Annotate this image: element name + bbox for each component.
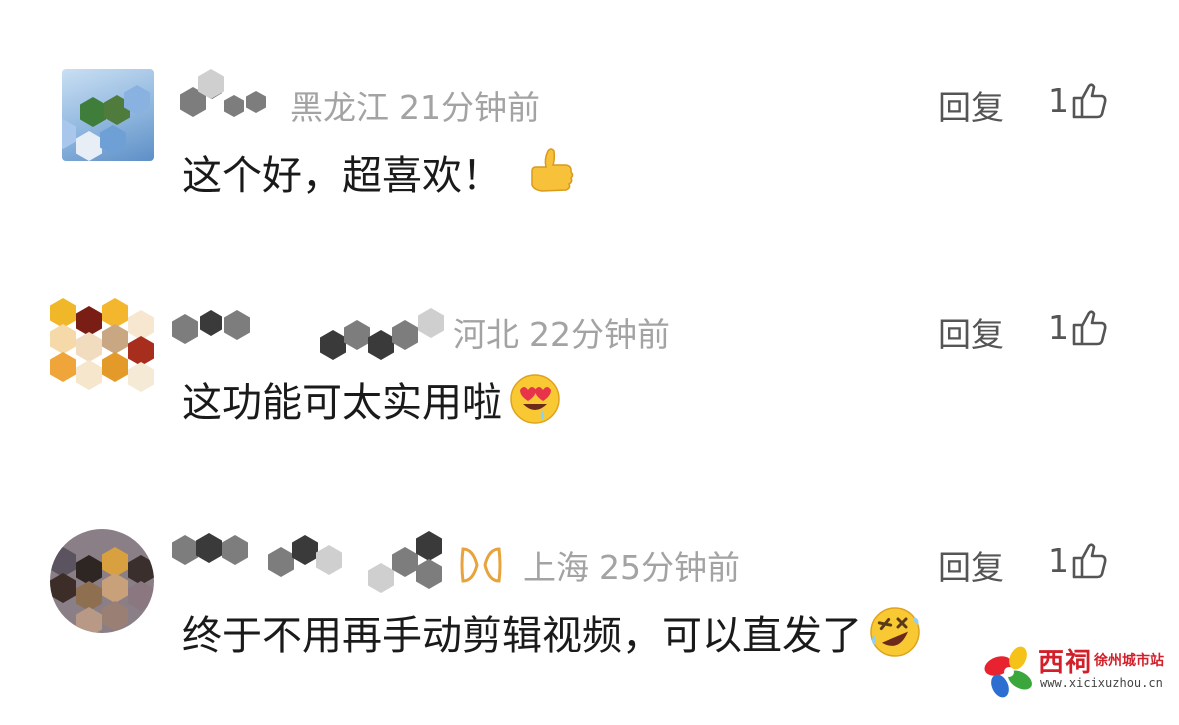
username-blurred[interactable]	[172, 529, 452, 593]
comment-item: 河北 22分钟前 回复 1 这功能可太实用啦	[0, 292, 1179, 492]
thumbs-up-icon	[1072, 542, 1107, 578]
comment-text: 终于不用再手动剪辑视频，可以直发了	[182, 613, 862, 659]
like-count: 1	[1048, 81, 1069, 120]
comment-text: 这个好，超喜欢！	[182, 153, 502, 199]
avatar[interactable]	[50, 296, 154, 396]
location: 黑龙江	[290, 88, 389, 127]
timestamp: 21分钟前	[399, 88, 540, 127]
comment-text-row: 这功能可太实用啦	[182, 370, 562, 428]
like-button[interactable]: 1	[1048, 81, 1107, 120]
comment-meta: 上海 25分钟前	[523, 541, 740, 589]
timestamp: 22分钟前	[529, 315, 670, 354]
comment-meta: 河北 22分钟前	[453, 308, 670, 356]
avatar[interactable]	[50, 529, 154, 633]
like-count: 1	[1048, 541, 1069, 580]
heart-eyes-drool-emoji	[510, 374, 560, 424]
rolling-laughing-emoji	[870, 607, 920, 657]
watermark-city: 徐州城市站	[1094, 653, 1164, 669]
comment-item: 黑龙江 21分钟前 回复 1 这个好，超喜欢！	[0, 65, 1179, 265]
avatar[interactable]	[62, 69, 154, 161]
thumbs-up-emoji	[531, 148, 574, 192]
comment-text-row: 这个好，超喜欢！	[182, 143, 578, 201]
comment-meta: 黑龙江 21分钟前	[290, 81, 540, 129]
username-blurred[interactable]	[172, 296, 452, 360]
like-count: 1	[1048, 308, 1069, 347]
location: 河北	[453, 315, 519, 354]
thumbs-up-icon	[1072, 309, 1107, 345]
watermark-brand: 西祠	[1038, 648, 1093, 678]
username-blurred[interactable]	[172, 69, 272, 129]
like-button[interactable]: 1	[1048, 308, 1107, 347]
location: 上海	[523, 548, 589, 587]
watermark-url: www.xicixuzhou.cn	[1040, 676, 1163, 690]
reply-button[interactable]: 回复	[938, 541, 1004, 589]
reply-button[interactable]: 回复	[938, 81, 1004, 129]
pinwheel-logo-icon	[984, 646, 1032, 698]
comment-text: 这功能可太实用啦	[182, 380, 502, 426]
vip-badge-icon	[460, 547, 502, 583]
thumbs-up-icon	[1072, 82, 1107, 118]
like-button[interactable]: 1	[1048, 541, 1107, 580]
comment-text-row: 终于不用再手动剪辑视频，可以直发了	[182, 603, 922, 661]
reply-button[interactable]: 回复	[938, 308, 1004, 356]
timestamp: 25分钟前	[599, 548, 740, 587]
site-watermark: 西祠 徐州城市站 www.xicixuzhou.cn	[978, 640, 1174, 704]
